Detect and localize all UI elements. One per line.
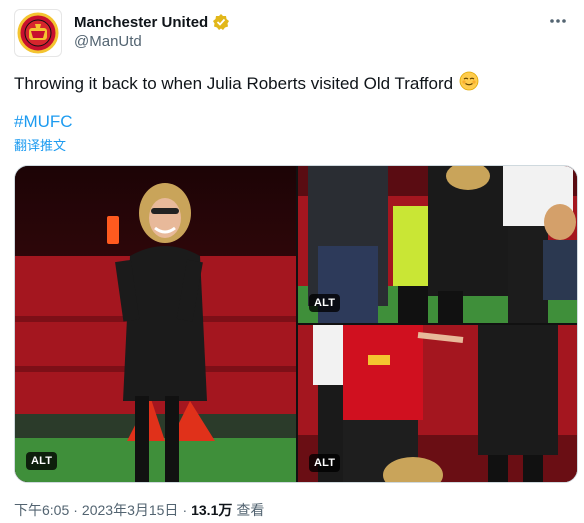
photo-2[interactable]: ALT: [298, 166, 577, 323]
views-count: 13.1万: [191, 502, 233, 518]
tweet-body: Throwing it back to when Julia Roberts v…: [14, 71, 479, 97]
photo-3[interactable]: ALT: [298, 325, 577, 482]
alt-badge[interactable]: ALT: [309, 294, 341, 312]
tweet-time[interactable]: 下午6:05: [14, 500, 69, 520]
tweet-meta: 下午6:05 · 2023年3月15日 · 13.1万 查看: [14, 500, 264, 520]
views-label: 查看: [236, 502, 265, 518]
photo-1[interactable]: ALT: [15, 166, 296, 482]
translate-tweet-link[interactable]: 翻译推文: [14, 135, 66, 154]
relieved-face-icon: [459, 71, 479, 97]
hashtag-link[interactable]: #MUFC: [14, 112, 73, 132]
account-handle[interactable]: @ManUtd: [74, 33, 142, 50]
tweet-date[interactable]: 2023年3月15日: [82, 500, 179, 520]
photo-1-image: [15, 166, 296, 482]
tweet-text: Throwing it back to when Julia Roberts v…: [14, 74, 454, 93]
more-options-icon[interactable]: [546, 11, 570, 31]
media-grid: ALT ALT ALT: [14, 165, 578, 483]
account-name[interactable]: Manchester United: [74, 14, 208, 31]
tweet-header: Manchester United @ManUtd: [14, 9, 570, 59]
avatar[interactable]: [14, 9, 62, 57]
alt-badge[interactable]: ALT: [309, 454, 341, 472]
meta-separator: ·: [182, 502, 188, 518]
meta-separator: ·: [73, 502, 78, 518]
alt-badge[interactable]: ALT: [26, 452, 58, 470]
man-utd-crest-icon: [17, 12, 59, 54]
verified-badge-icon: [212, 13, 230, 31]
